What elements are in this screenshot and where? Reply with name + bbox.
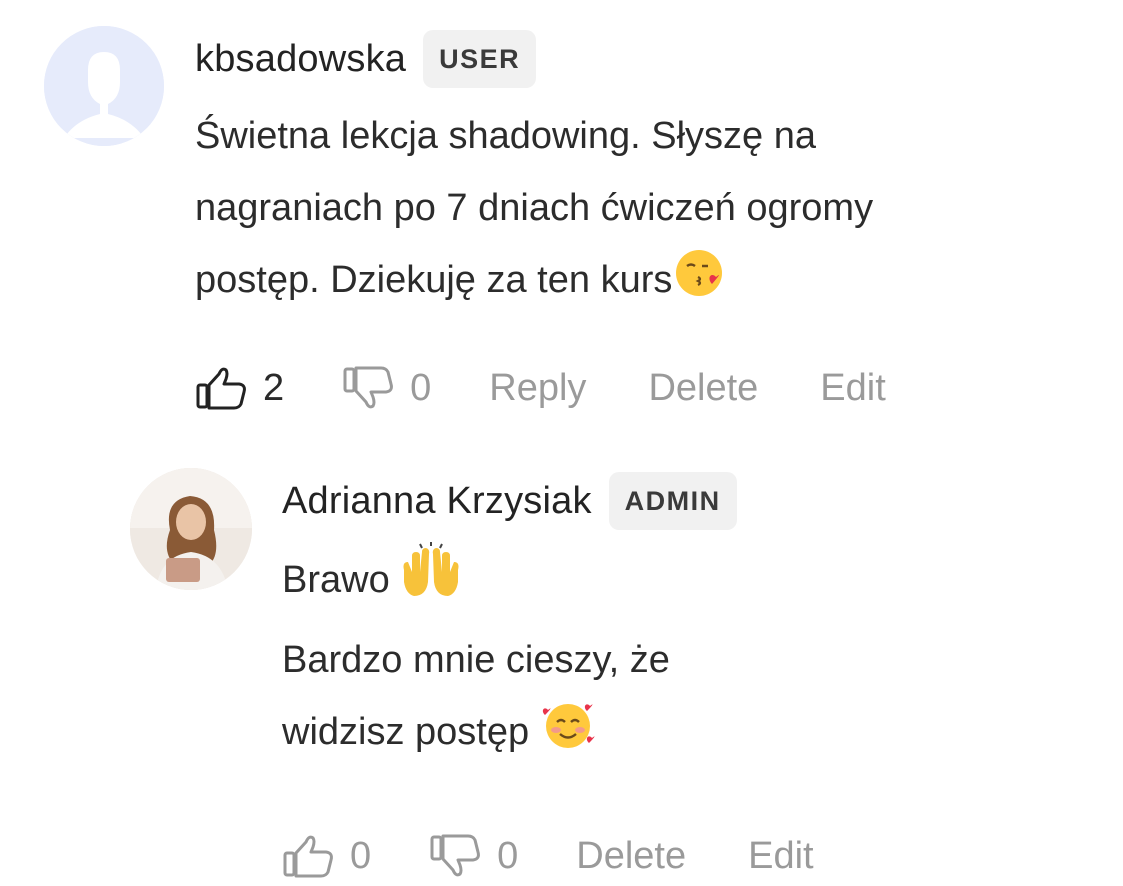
comment-actions: 0 0 Delete Edit (282, 826, 1090, 886)
dislike-count: 0 (410, 366, 432, 409)
like-button[interactable]: 0 (282, 832, 371, 880)
role-badge: ADMIN (608, 472, 737, 530)
delete-button[interactable]: Delete (648, 367, 758, 410)
dislike-button[interactable]: 0 (342, 364, 431, 412)
comment-text: Brawo Bardzo mnie cieszy, że widzisz pos… (282, 542, 1090, 776)
edit-button[interactable]: Edit (748, 835, 813, 878)
comment-text-line: Bardzo mnie cieszy, że (282, 639, 670, 681)
thumbs-down-icon (343, 366, 394, 409)
comment-header: Adrianna Krzysiak ADMIN (282, 472, 1090, 530)
user-placeholder-icon (44, 26, 164, 146)
comment-text-line: Brawo (282, 542, 1090, 624)
thumbs-down-icon (430, 834, 481, 877)
delete-button[interactable]: Delete (576, 835, 686, 878)
dislike-count: 0 (497, 834, 519, 877)
like-button[interactable]: 2 (195, 364, 284, 412)
comment-text-line: postęp. Dziekuję za ten kurs (195, 244, 1104, 324)
role-badge: USER (423, 30, 537, 88)
comment-body: kbsadowska USER Świetna lekcja shadowing… (195, 30, 1104, 418)
like-count: 0 (350, 834, 372, 877)
username[interactable]: kbsadowska (195, 38, 406, 81)
avatar[interactable] (130, 468, 252, 590)
like-count: 2 (263, 366, 285, 409)
comment-actions: 2 0 Reply Delete Edit (195, 358, 1104, 418)
raising-hands-icon (400, 542, 462, 624)
user-photo-icon (130, 468, 252, 590)
comment-text-line: widzisz postęp (282, 696, 1090, 776)
smiling-face-with-hearts-icon (540, 696, 600, 776)
reply-button[interactable]: Reply (489, 367, 586, 410)
comment-header: kbsadowska USER (195, 30, 1104, 88)
comment-text: Świetna lekcja shadowing. Słyszę na nagr… (195, 100, 1104, 324)
dislike-button[interactable]: 0 (429, 832, 518, 880)
avatar[interactable] (44, 26, 164, 146)
thumbs-up-icon (196, 367, 246, 410)
comment-text-line: nagraniach po 7 dniach ćwiczeń ogromy (195, 187, 874, 229)
thumbs-up-icon (283, 835, 333, 878)
username[interactable]: Adrianna Krzysiak (282, 480, 592, 523)
comment-text-line: Świetna lekcja shadowing. Słyszę na (195, 115, 817, 157)
edit-button[interactable]: Edit (820, 367, 885, 410)
kissing-face-with-heart-icon (672, 244, 728, 324)
